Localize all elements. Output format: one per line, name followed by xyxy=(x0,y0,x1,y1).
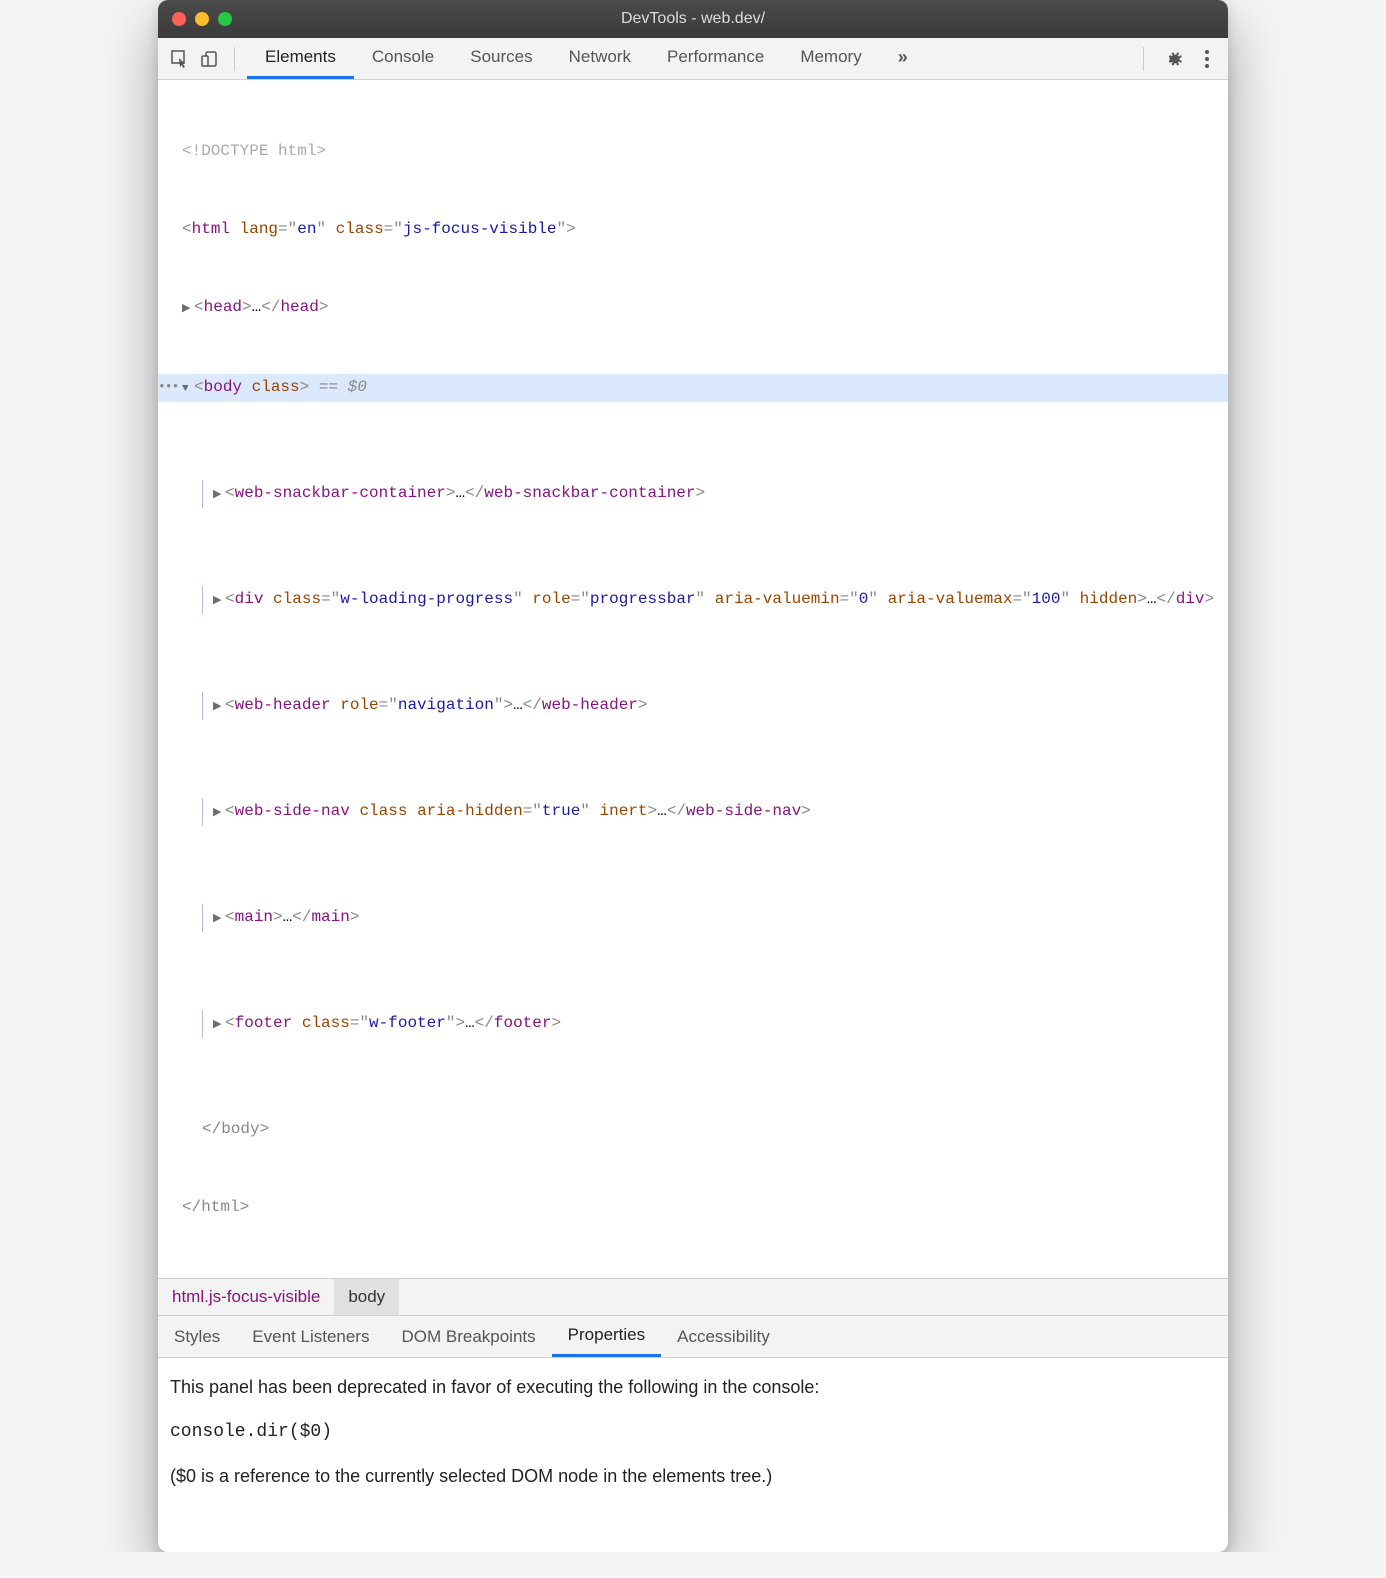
window-title: DevTools - web.dev/ xyxy=(158,10,1228,28)
devtools-window: DevTools - web.dev/ Elements Console Sou… xyxy=(158,0,1228,1552)
tab-label: Memory xyxy=(800,47,861,67)
dom-node[interactable]: <main>…</main> xyxy=(202,904,1228,932)
dom-head[interactable]: <head>…</head> xyxy=(158,294,1228,322)
tab-label: Console xyxy=(372,47,434,67)
dom-html-open[interactable]: <html lang="en" class="js-focus-visible"… xyxy=(158,216,1228,242)
toolbar-separator xyxy=(234,47,235,71)
tab-memory[interactable]: Memory xyxy=(782,38,879,79)
more-menu-icon[interactable] xyxy=(1196,48,1218,70)
subtab-accessibility[interactable]: Accessibility xyxy=(661,1316,786,1357)
tabs-overflow-button[interactable]: » xyxy=(880,38,928,79)
expand-arrow-icon[interactable] xyxy=(213,1010,225,1038)
main-tabs: Elements Console Sources Network Perform… xyxy=(247,38,1131,79)
properties-panel: This panel has been deprecated in favor … xyxy=(158,1358,1228,1552)
minimize-window-button[interactable] xyxy=(195,12,209,26)
breadcrumb-item-html[interactable]: html.js-focus-visible xyxy=(158,1279,334,1315)
panel-deprecation-text: This panel has been deprecated in favor … xyxy=(170,1372,1216,1403)
dom-doctype[interactable]: <!DOCTYPE html> xyxy=(158,138,1228,164)
expand-arrow-icon[interactable] xyxy=(213,798,225,826)
subtab-event-listeners[interactable]: Event Listeners xyxy=(236,1316,385,1357)
subtab-styles[interactable]: Styles xyxy=(158,1316,236,1357)
expand-arrow-icon[interactable] xyxy=(213,480,225,508)
sidebar-tabs: Styles Event Listeners DOM Breakpoints P… xyxy=(158,1316,1228,1358)
dom-node[interactable]: <web-snackbar-container>…</web-snackbar-… xyxy=(202,480,1228,508)
tab-label: Sources xyxy=(470,47,532,67)
tab-performance[interactable]: Performance xyxy=(649,38,782,79)
traffic-lights xyxy=(172,12,232,26)
dom-tree[interactable]: <!DOCTYPE html> <html lang="en" class="j… xyxy=(158,80,1228,1278)
tab-label: Elements xyxy=(265,47,336,67)
tab-sources[interactable]: Sources xyxy=(452,38,550,79)
tab-console[interactable]: Console xyxy=(354,38,452,79)
expand-arrow-icon[interactable] xyxy=(213,586,225,614)
toolbar-right xyxy=(1137,47,1218,71)
dom-html-close[interactable]: </html> xyxy=(158,1194,1228,1220)
settings-icon[interactable] xyxy=(1162,48,1184,70)
panel-hint-text: ($0 is a reference to the currently sele… xyxy=(170,1461,1216,1492)
dom-body-selected[interactable]: <body class> == $0 xyxy=(158,374,1228,402)
dom-node[interactable]: <footer class="w-footer">…</footer> xyxy=(202,1010,1228,1038)
device-toolbar-icon[interactable] xyxy=(198,47,222,71)
expand-arrow-icon[interactable] xyxy=(213,692,225,720)
dom-node[interactable]: <div class="w-loading-progress" role="pr… xyxy=(202,586,1228,614)
panel-code-snippet: console.dir($0) xyxy=(170,1417,1216,1448)
maximize-window-button[interactable] xyxy=(218,12,232,26)
tab-elements[interactable]: Elements xyxy=(247,38,354,79)
titlebar: DevTools - web.dev/ xyxy=(158,0,1228,38)
tab-label: Performance xyxy=(667,47,764,67)
breadcrumb-item-body[interactable]: body xyxy=(334,1279,399,1315)
subtab-dom-breakpoints[interactable]: DOM Breakpoints xyxy=(385,1316,551,1357)
dom-node[interactable]: <web-side-nav class aria-hidden="true" i… xyxy=(202,798,1228,826)
expand-arrow-icon[interactable] xyxy=(213,904,225,932)
collapse-arrow-icon[interactable] xyxy=(182,374,194,402)
subtab-properties[interactable]: Properties xyxy=(552,1316,661,1357)
tab-label: Network xyxy=(569,47,631,67)
tab-network[interactable]: Network xyxy=(551,38,649,79)
inspect-element-icon[interactable] xyxy=(168,47,192,71)
breadcrumb: html.js-focus-visible body xyxy=(158,1278,1228,1316)
toolbar: Elements Console Sources Network Perform… xyxy=(158,38,1228,80)
dom-body-close[interactable]: </body> xyxy=(158,1116,1228,1142)
close-window-button[interactable] xyxy=(172,12,186,26)
expand-arrow-icon[interactable] xyxy=(182,294,194,322)
toolbar-separator xyxy=(1143,47,1144,71)
dom-node[interactable]: <web-header role="navigation">…</web-hea… xyxy=(202,692,1228,720)
